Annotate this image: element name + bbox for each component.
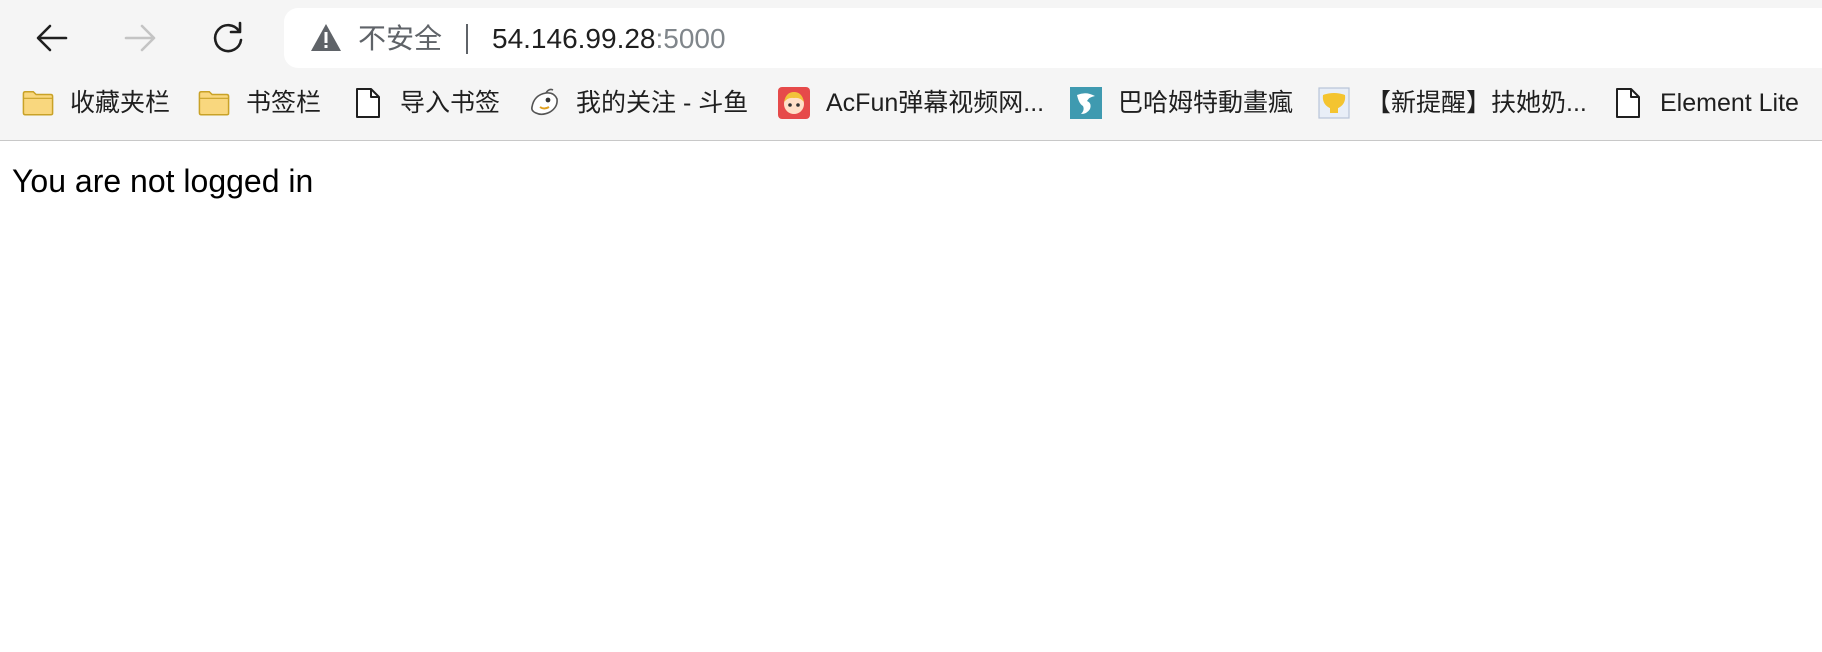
url-host: 54.146.99.28: [492, 23, 656, 54]
page-content: You are not logged in: [0, 141, 1822, 652]
folder-icon: [198, 87, 230, 119]
arrow-left-icon: [36, 24, 68, 52]
bookmark-forum[interactable]: 【新提醒】扶她奶...: [1318, 82, 1587, 124]
acfun-favicon-icon: [778, 87, 810, 119]
browser-chrome: 不安全 54.146.99.28:5000 收藏夹栏 书签栏 导入书签 我的关注…: [0, 0, 1822, 141]
bookmark-folder-bookmarks-bar[interactable]: 书签栏: [198, 82, 321, 124]
folder-icon: [22, 87, 54, 119]
address-bar[interactable]: 不安全 54.146.99.28:5000: [284, 8, 1822, 68]
reload-button[interactable]: [204, 14, 252, 62]
bookmark-bahamut[interactable]: 巴哈姆特動畫瘋: [1070, 82, 1293, 124]
bookmark-label: Element Lite: [1660, 89, 1799, 117]
arrow-right-icon: [124, 24, 156, 52]
back-button[interactable]: [28, 14, 76, 62]
forum-favicon-icon: [1318, 87, 1350, 119]
bahamut-favicon-icon: [1070, 87, 1102, 119]
page-icon: [1612, 87, 1644, 119]
bookmark-element-lite[interactable]: Element Lite: [1612, 82, 1799, 124]
bookmark-label: 书签栏: [246, 89, 322, 117]
browser-toolbar: 不安全 54.146.99.28:5000: [0, 0, 1822, 76]
page-icon: [352, 87, 384, 119]
warning-triangle-icon[interactable]: [310, 23, 342, 53]
bookmark-label: AcFun弹幕视频网...: [826, 89, 1045, 117]
forward-button[interactable]: [116, 14, 164, 62]
bookmark-folder-favorites[interactable]: 收藏夹栏: [22, 82, 170, 124]
bookmark-douyu[interactable]: 我的关注 - 斗鱼: [528, 82, 748, 124]
bookmark-label: 我的关注 - 斗鱼: [576, 89, 749, 117]
bookmark-acfun[interactable]: AcFun弹幕视频网...: [778, 82, 1044, 124]
url-port: :5000: [655, 23, 726, 54]
login-status-message: You are not logged in: [12, 163, 314, 199]
security-status-label[interactable]: 不安全: [358, 24, 442, 54]
bookmarks-bar: 收藏夹栏 书签栏 导入书签 我的关注 - 斗鱼 AcFun弹幕视频网... 巴哈…: [0, 82, 1822, 124]
reload-icon: [213, 21, 243, 53]
bookmark-label: 巴哈姆特動畫瘋: [1118, 89, 1294, 117]
bookmark-label: 【新提醒】扶她奶...: [1366, 89, 1587, 117]
bookmark-import[interactable]: 导入书签: [352, 82, 500, 124]
url-text[interactable]: 54.146.99.28:5000: [492, 24, 726, 54]
omnibox-separator: [466, 24, 468, 54]
bookmark-label: 收藏夹栏: [70, 89, 171, 117]
bookmark-label: 导入书签: [400, 89, 501, 117]
douyu-favicon-icon: [528, 87, 560, 119]
